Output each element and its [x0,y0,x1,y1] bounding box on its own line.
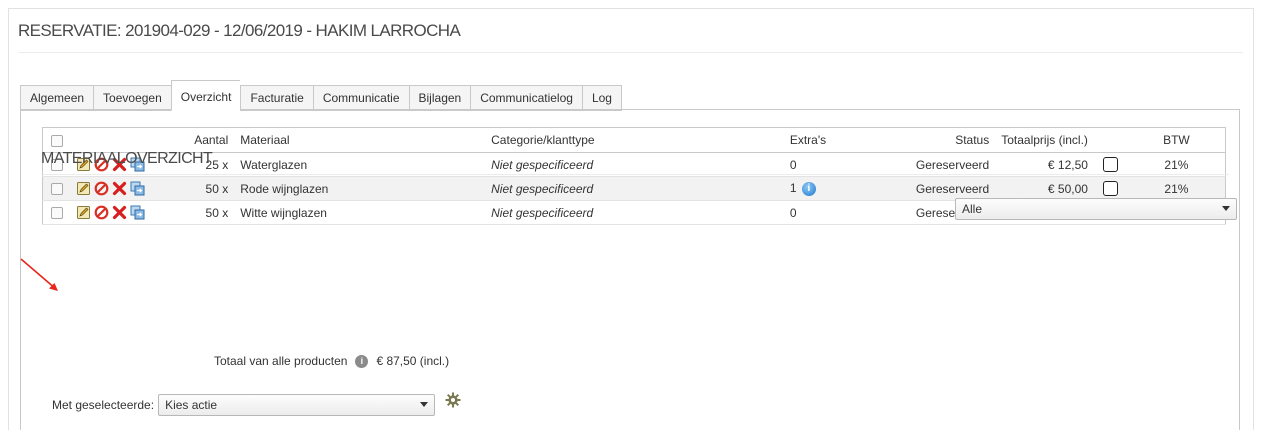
tab-communicatielog[interactable]: Communicatielog [470,85,582,111]
status-filter-value: Alle [962,202,983,216]
bulk-action-select[interactable]: Kies actie [158,394,436,416]
tab-toevoegen[interactable]: Toevoegen [93,85,171,111]
section-title: MATERIAALOVERZICHT [41,150,213,167]
gear-icon[interactable] [445,392,461,408]
tab-bar: Algemeen Toevoegen Overzicht Facturatie … [20,75,622,111]
totals-amount: € 87,50 (incl.) [376,354,450,368]
title-divider [18,52,1243,53]
page-title: RESERVATIE: 201904-029 - 12/06/2019 - HA… [18,21,461,40]
tab-bijlagen[interactable]: Bijlagen [408,85,471,111]
tab-algemeen[interactable]: Algemeen [20,85,94,111]
tab-facturatie[interactable]: Facturatie [240,85,313,111]
totals-label: Totaal van alle producten [214,354,348,368]
bulk-action-label: Met geselecteerde: [52,398,155,412]
tab-overzicht[interactable]: Overzicht [170,80,241,111]
bulk-action-bar: Met geselecteerde: Kies actie [52,392,461,416]
reservation-panel: RESERVATIE: 201904-029 - 12/06/2019 - HA… [8,8,1254,430]
tab-communicatie[interactable]: Communicatie [312,85,409,111]
totals-row: Totaal van alle producten i € 87,50 (inc… [214,354,449,368]
info-icon[interactable]: i [355,354,369,368]
chevron-down-icon [420,402,429,407]
tab-panel-overzicht: MATERIAALOVERZICHT Alle Totaal van alle … [20,109,1240,430]
status-filter-select[interactable]: Alle [955,198,1237,220]
tab-log[interactable]: Log [581,85,622,111]
bulk-action-value: Kies actie [165,398,218,412]
chevron-down-icon [1222,206,1230,211]
section-divider [41,174,1229,175]
